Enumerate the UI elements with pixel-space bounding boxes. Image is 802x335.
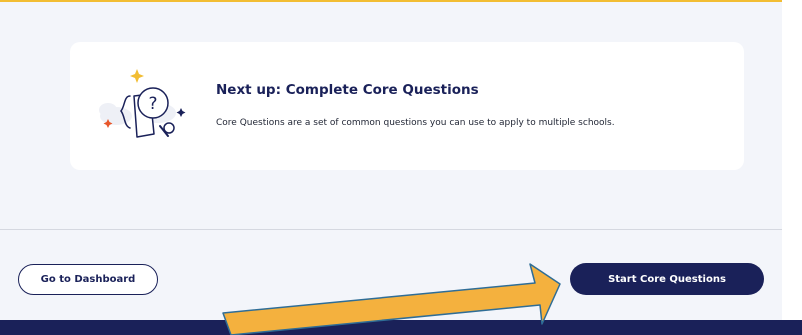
section-divider: [0, 229, 782, 230]
top-accent-rule: [0, 0, 782, 2]
start-core-questions-button[interactable]: Start Core Questions: [570, 263, 764, 295]
next-step-card: ? Next up: Complete Core Questions Core …: [70, 42, 744, 170]
card-title: Next up: Complete Core Questions: [216, 82, 479, 98]
card-description: Core Questions are a set of common quest…: [216, 118, 615, 128]
footer-bar: [0, 320, 802, 335]
go-to-dashboard-button[interactable]: Go to Dashboard: [18, 264, 158, 295]
svg-text:?: ?: [148, 94, 157, 114]
question-document-magnifier-icon: ?: [99, 69, 186, 138]
right-edge-strip: [782, 0, 802, 320]
